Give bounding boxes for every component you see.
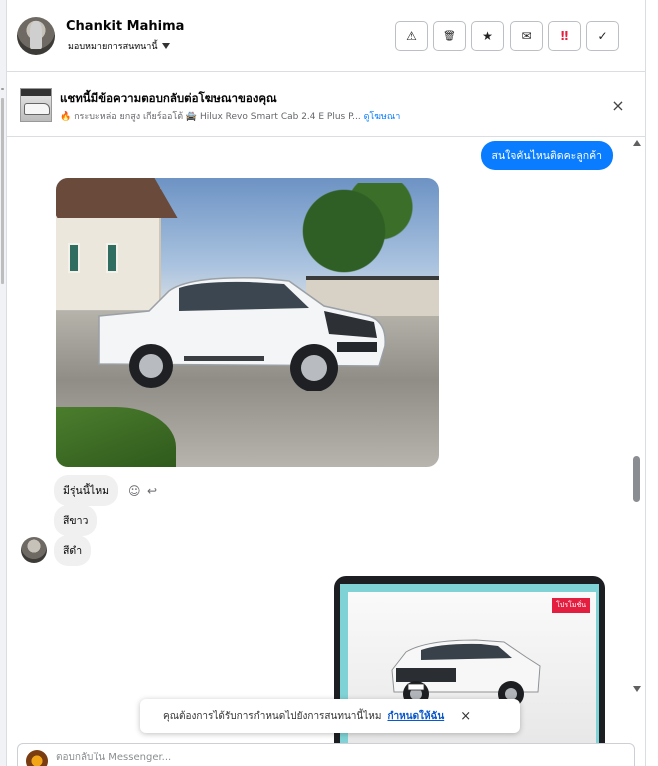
thread-scrollbar[interactable] xyxy=(631,138,645,698)
right-divider xyxy=(645,0,646,766)
spam-button[interactable]: ‼ xyxy=(548,21,581,51)
close-banner-icon[interactable]: × xyxy=(608,95,628,115)
incoming-message[interactable]: สีขาว xyxy=(54,505,98,536)
promo-tag: โปรโมชั่น xyxy=(552,598,590,613)
ad-description: 🔥 กระบะหล่อ ยกสูง เกียร์ออโต้ 🚔 Hilux Re… xyxy=(60,109,400,123)
caret-down-icon xyxy=(161,43,170,49)
ad-thumbnail[interactable] xyxy=(20,88,52,122)
spam-icon: ‼ xyxy=(560,29,569,43)
ad-desc-text: กระบะหล่อ ยกสูง เกียร์ออโต้ 🚔 Hilux Revo… xyxy=(74,112,361,122)
star-button[interactable]: ★ xyxy=(471,21,504,51)
left-edge-panel xyxy=(0,0,7,766)
mark-unread-button[interactable]: ✉ xyxy=(510,21,543,51)
check-icon: ✓ xyxy=(597,29,608,43)
close-toast-icon[interactable]: × xyxy=(460,709,471,724)
reply-input[interactable] xyxy=(56,752,556,763)
incoming-message[interactable]: สีดำ xyxy=(54,535,92,566)
scroll-up-icon[interactable] xyxy=(633,140,641,146)
sender-avatar[interactable] xyxy=(21,537,47,563)
page-avatar xyxy=(26,750,48,766)
ad-image-frame: โปรโมชั่น xyxy=(340,584,599,766)
conversation-header: Chankit Mahima มอบหมายการสนทนานี้ ⚠ 🗑 ★ … xyxy=(7,0,645,72)
react-emoji-icon[interactable]: ☺ xyxy=(128,484,141,498)
trash-icon: 🗑 xyxy=(443,30,456,42)
photo-roof xyxy=(56,178,178,218)
assign-prompt-text: คุณต้องการได้รับการกำหนดไปยังการสนทนานี้… xyxy=(163,710,382,722)
photo-window xyxy=(68,243,80,273)
outgoing-message[interactable]: สนใจคันไหนติดคะลูกค้า xyxy=(480,141,613,170)
scroll-thumb[interactable] xyxy=(633,456,640,502)
assign-dropdown[interactable]: มอบหมายการสนทนานี้ xyxy=(68,39,170,53)
message-composer[interactable] xyxy=(17,743,635,766)
ad-reply-banner: แชทนี้มีข้อความตอบกลับต่อโฆษณาของคุณ 🔥 ก… xyxy=(7,73,645,137)
mark-done-button[interactable]: ✓ xyxy=(586,21,619,51)
assign-to-me-link[interactable]: กำหนดให้ฉัน xyxy=(387,709,444,724)
edge-tick xyxy=(1,88,4,90)
ad-image-inner: โปรโมชั่น xyxy=(348,592,596,766)
fire-icon: 🔥 xyxy=(60,112,72,122)
contact-name[interactable]: Chankit Mahima xyxy=(66,19,184,34)
ad-banner-title: แชทนี้มีข้อความตอบกลับต่อโฆษณาของคุณ xyxy=(60,91,277,105)
photo-grass xyxy=(56,407,176,467)
view-ad-link[interactable]: ดูโฆษณา xyxy=(364,112,401,122)
car-photo-attachment[interactable] xyxy=(56,178,439,467)
edge-scrollbar[interactable] xyxy=(1,98,4,284)
message-thread[interactable]: สนใจคันไหนติดคะลูกค้า มีรุ่นนี้ไหม ☺ ↩ ส… xyxy=(7,138,631,766)
assign-label: มอบหมายการสนทนานี้ xyxy=(68,42,158,52)
mail-icon: ✉ xyxy=(521,29,532,43)
white-pickup-truck xyxy=(98,277,386,391)
shared-ad-image[interactable]: โปรโมชั่น xyxy=(334,576,605,766)
warning-icon: ⚠ xyxy=(406,29,417,43)
star-icon: ★ xyxy=(482,29,493,43)
delete-button[interactable]: 🗑 xyxy=(433,21,466,51)
assign-prompt-toast: คุณต้องการได้รับการกำหนดไปยังการสนทนานี้… xyxy=(140,699,520,733)
scroll-down-icon[interactable] xyxy=(633,686,641,692)
contact-avatar[interactable] xyxy=(17,17,55,55)
incoming-message[interactable]: มีรุ่นนี้ไหม xyxy=(54,475,119,506)
warning-button[interactable]: ⚠ xyxy=(395,21,428,51)
reply-icon[interactable]: ↩ xyxy=(147,484,157,498)
